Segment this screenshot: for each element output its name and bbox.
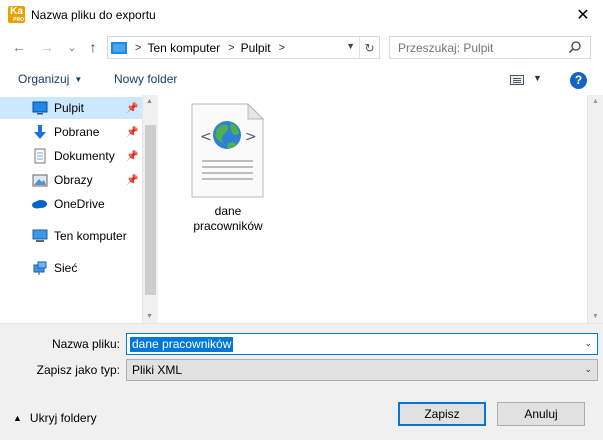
sidebar-item-obrazy[interactable]: Obrazy 📌 [0,169,142,191]
sidebar-scrollbar-thumb[interactable] [145,125,156,295]
computer-icon [111,41,127,54]
scroll-up-icon[interactable]: ▲ [146,98,153,105]
svg-text:>: > [245,129,257,145]
desktop-icon [32,101,48,115]
scroll-down-icon[interactable]: ▼ [592,313,599,320]
app-logo-subtext: PRO [13,17,24,23]
search-icon[interactable] [568,40,582,54]
sidebar-item-pulpit[interactable]: Pulpit 📌 [0,97,142,119]
search-input[interactable] [398,40,558,55]
view-options-dropdown-icon[interactable]: ▼ [533,73,542,83]
new-folder-button[interactable]: Nowy folder [114,72,177,86]
chevron-down-icon[interactable]: ⌄ [584,338,592,349]
command-toolbar: Organizuj ▼ Nowy folder ▼ ? [0,64,603,95]
close-button[interactable]: ✕ [563,0,603,30]
sidebar-item-label: Pulpit [54,101,85,115]
organize-label: Organizuj [18,72,70,86]
file-list-scrollbar[interactable]: ▲ ▼ [587,95,603,323]
breadcrumb-separator: > [228,41,235,54]
filename-value[interactable]: dane pracowników [130,337,234,352]
network-icon [33,261,47,275]
pin-icon[interactable]: 📌 [126,175,138,186]
xml-file-icon: < > [191,103,265,198]
svg-text:<: < [200,129,212,145]
sidebar-item-label: OneDrive [54,197,105,211]
forward-button[interactable]: → [38,38,56,56]
title-bar: Ka PRO Nazwa pliku do exportu ✕ [0,0,603,30]
refresh-button[interactable]: ↻ [359,37,379,58]
filetype-select[interactable]: Pliki XML ⌄ [126,359,598,381]
view-mode-icon[interactable] [510,75,524,85]
pin-icon[interactable]: 📌 [126,127,138,138]
search-box[interactable] [389,36,591,59]
sidebar-item-ten-komputer[interactable]: Ten komputer [0,225,142,247]
caret-down-icon: ▼ [74,75,83,84]
app-logo-text: Ka [10,6,23,17]
up-button[interactable]: ↑ [84,38,102,56]
sidebar-item-pobrane[interactable]: Pobrane 📌 [0,121,142,143]
recent-locations-button[interactable]: ⌄ [63,38,81,56]
window-title: Nazwa pliku do exportu [31,8,156,22]
chevron-up-icon: ▲ [13,413,22,423]
breadcrumb-separator: > [135,41,142,54]
sidebar-item-dokumenty[interactable]: Dokumenty 📌 [0,145,142,167]
address-bar[interactable]: > Ten komputer > Pulpit > ▼ ↻ [107,36,380,59]
file-item[interactable]: < > dane pracowników [186,103,270,233]
sidebar-item-siec[interactable]: Sieć [0,257,142,279]
close-icon: ✕ [576,7,590,24]
breadcrumb-ten-komputer[interactable]: Ten komputer [147,41,220,55]
app-logo-icon: Ka PRO [8,6,25,23]
pin-icon[interactable]: 📌 [126,103,138,114]
hide-folders-label: Ukryj foldery [29,411,97,425]
sidebar-item-label: Obrazy [54,173,93,187]
chevron-down-icon[interactable]: ⌄ [584,364,592,375]
scroll-down-icon[interactable]: ▼ [146,313,153,320]
onedrive-icon [32,200,47,209]
up-arrow-icon: ↑ [89,39,97,55]
download-icon [34,125,46,139]
organize-button[interactable]: Organizuj ▼ [18,72,82,86]
sidebar-item-label: Ten komputer [54,229,127,243]
pin-icon[interactable]: 📌 [126,151,138,162]
chevron-down-icon: ⌄ [67,41,77,54]
navigation-pane: Pulpit 📌 Pobrane 📌 Dokumenty 📌 Obrazy 📌 [0,95,142,323]
forward-arrow-icon: → [40,39,54,55]
hide-folders-button[interactable]: ▲ Ukryj foldery [13,411,97,425]
file-list: < > dane pracowników [158,95,587,323]
save-button[interactable]: Zapisz [398,402,486,426]
breadcrumb-pulpit[interactable]: Pulpit [241,41,271,55]
filetype-label: Zapisz jako typ: [36,363,120,377]
computer-icon [32,229,48,242]
sidebar-item-label: Pobrane [54,125,100,139]
back-arrow-icon: ← [12,39,26,55]
help-button[interactable]: ? [570,72,587,89]
navigation-bar: ← → ⌄ ↑ > Ten komputer > Pulpit > ▼ ↻ [0,30,603,64]
sidebar-item-label: Sieć [54,261,78,275]
filename-field[interactable]: dane pracowników ⌄ [126,333,598,355]
sidebar-item-onedrive[interactable]: OneDrive [0,193,142,215]
pictures-icon [32,174,48,187]
back-button[interactable]: ← [10,38,28,56]
filename-label: Nazwa pliku: [51,337,120,351]
documents-icon [34,148,46,164]
save-form: Nazwa pliku: dane pracowników ⌄ Zapisz j… [0,323,603,440]
address-dropdown-icon[interactable]: ▼ [346,41,355,51]
breadcrumb-separator: > [278,41,286,54]
refresh-icon: ↻ [364,40,375,55]
file-name-label: dane pracowników [193,204,263,233]
sidebar-scrollbar[interactable]: ▲ ▼ [142,95,158,323]
scroll-up-icon[interactable]: ▲ [592,98,599,105]
filetype-value: Pliki XML [132,363,183,377]
cancel-button[interactable]: Anuluj [497,402,585,426]
sidebar-item-label: Dokumenty [54,149,115,163]
